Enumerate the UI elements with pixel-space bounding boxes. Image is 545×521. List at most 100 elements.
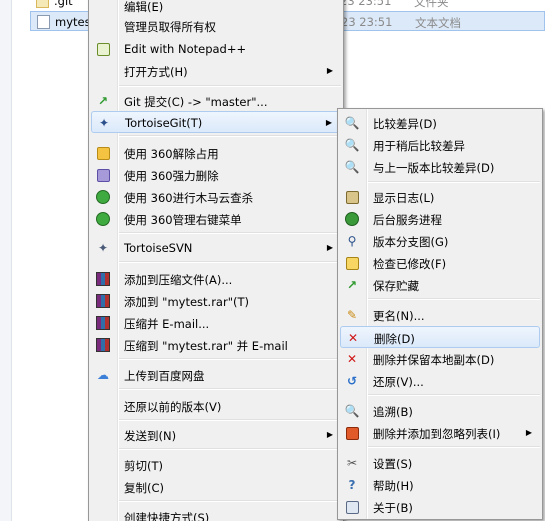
- menu-separator: [119, 448, 341, 450]
- menu-separator: [119, 135, 341, 137]
- submenu-item-revision-graph[interactable]: ⚲ 版本分支图(G): [340, 230, 540, 252]
- menu-item-add-to-archive[interactable]: 添加到压缩文件(A)...: [91, 268, 341, 290]
- menu-item-compress-and-email[interactable]: 压缩并 E-mail...: [91, 312, 341, 334]
- submenu-item-rename[interactable]: ✎ 更名(N)...: [340, 304, 540, 326]
- menu-item-restore-previous-versions[interactable]: 还原以前的版本(V): [91, 395, 341, 417]
- submenu-item-diff[interactable]: 🔍 比较差异(D): [340, 112, 540, 134]
- submenu-item-settings[interactable]: ✂ 设置(S): [340, 452, 540, 474]
- menu-item-label: 创建快捷方式(S): [124, 511, 210, 521]
- menu-item-label: 使用 360管理右键菜单: [124, 213, 242, 227]
- submenu-item-diff-previous[interactable]: 🔍 与上一版本比较差异(D): [340, 156, 540, 178]
- menu-item-take-ownership[interactable]: 管理员取得所有权: [91, 15, 341, 37]
- menu-item-label: 剪切(T): [124, 459, 163, 473]
- menu-item-git-commit[interactable]: ↗ Git 提交(C) -> "master"...: [91, 90, 341, 112]
- diff-later-icon: 🔍: [344, 138, 360, 152]
- menu-item-label: 添加到压缩文件(A)...: [124, 273, 233, 287]
- menu-item-tortoisegit[interactable]: ✦ TortoiseGit(T) ▶: [91, 111, 341, 133]
- submenu-item-delete-keep-local[interactable]: ✕ 删除并保留本地副本(D): [340, 348, 540, 370]
- daemon-icon: [344, 211, 360, 227]
- submenu-item-show-log[interactable]: 显示日志(L): [340, 186, 540, 208]
- menu-separator: [119, 419, 341, 421]
- menu-item-label: 显示日志(L): [373, 191, 435, 205]
- menu-item-label: 压缩并 E-mail...: [124, 317, 210, 331]
- folder-icon: [36, 0, 49, 8]
- menu-separator: [368, 181, 540, 183]
- submenu-item-check-modifications[interactable]: 检查已修改(F): [340, 252, 540, 274]
- menu-item-open-with[interactable]: 打开方式(H) ▶: [91, 60, 341, 82]
- menu-separator: [119, 500, 341, 502]
- context-menu: 编辑(E) 管理员取得所有权 Edit with Notepad++ 打开方式(…: [88, 0, 344, 521]
- menu-item-label: 删除并保留本地副本(D): [373, 353, 495, 367]
- submenu-item-stash-save[interactable]: ↗ 保存贮藏: [340, 274, 540, 296]
- tortoisesvn-icon: ✦: [97, 241, 109, 255]
- menu-item-copy[interactable]: 复制(C): [91, 476, 341, 498]
- 360-shred-icon: [95, 167, 111, 183]
- menu-item-label: 管理员取得所有权: [124, 20, 216, 34]
- menu-item-label: 添加到 "mytest.rar"(T): [124, 295, 249, 309]
- menu-item-create-shortcut[interactable]: 创建快捷方式(S): [91, 506, 341, 521]
- menu-item-label: 保存贮藏: [373, 279, 419, 293]
- settings-icon: ✂: [346, 456, 358, 470]
- chevron-right-icon: ▶: [326, 243, 333, 252]
- menu-item-label: 更名(N)...: [373, 309, 425, 323]
- tortoisegit-submenu: 🔍 比较差异(D) 🔍 用于稍后比较差异 🔍 与上一版本比较差异(D) 显示日志…: [337, 108, 543, 520]
- menu-item-label: 使用 360解除占用: [124, 147, 219, 161]
- menu-item-360-shred[interactable]: 使用 360强力删除: [91, 164, 341, 186]
- menu-item-label: 比较差异(D): [373, 117, 437, 131]
- submenu-item-delete-and-ignore[interactable]: 删除并添加到忽略列表(I) ▶: [340, 422, 540, 444]
- file-name: mytes: [55, 15, 91, 29]
- 360-menu-icon: [95, 211, 111, 227]
- about-icon: [344, 499, 360, 515]
- submenu-item-diff-later[interactable]: 🔍 用于稍后比较差异: [340, 134, 540, 156]
- ignore-icon: [344, 425, 360, 441]
- menu-item-label: 与上一版本比较差异(D): [373, 161, 495, 175]
- check-modifications-icon: [344, 255, 360, 271]
- file-type: 文件夹: [414, 0, 449, 9]
- menu-item-add-to-mytest-rar[interactable]: 添加到 "mytest.rar"(T): [91, 290, 341, 312]
- chevron-right-icon: ▶: [325, 118, 332, 127]
- menu-separator: [119, 85, 341, 87]
- submenu-item-revert[interactable]: ↺ 还原(V)...: [340, 370, 540, 392]
- navigation-pane-edge: [0, 0, 12, 521]
- submenu-item-blame[interactable]: 🔍 追溯(B): [340, 400, 540, 422]
- menu-item-360-unlock[interactable]: 使用 360解除占用: [91, 142, 341, 164]
- menu-item-cut[interactable]: 剪切(T): [91, 454, 341, 476]
- menu-item-send-to[interactable]: 发送到(N) ▶: [91, 424, 341, 446]
- revision-graph-icon: ⚲: [347, 234, 357, 248]
- submenu-item-about[interactable]: 关于(B): [340, 496, 540, 518]
- menu-separator: [119, 232, 341, 234]
- menu-item-edit-notepadpp[interactable]: Edit with Notepad++: [91, 38, 341, 60]
- menu-item-upload-baidu-pan[interactable]: ☁ 上传到百度网盘: [91, 364, 341, 386]
- text-file-icon: [37, 15, 50, 29]
- submenu-item-help[interactable]: ? 帮助(H): [340, 474, 540, 496]
- menu-item-360-menu[interactable]: 使用 360管理右键菜单: [91, 208, 341, 230]
- file-name: .git: [54, 0, 73, 8]
- menu-item-label: TortoiseSVN: [124, 241, 193, 255]
- menu-item-label: 编辑(E): [124, 0, 164, 14]
- chevron-right-icon: ▶: [326, 66, 333, 75]
- menu-item-label: 使用 360进行木马云查杀: [124, 191, 254, 205]
- menu-item-label: 检查已修改(F): [373, 257, 447, 271]
- menu-item-compress-mytest-and-email[interactable]: 压缩到 "mytest.rar" 并 E-mail: [91, 334, 341, 356]
- tortoisegit-icon: ✦: [98, 116, 110, 130]
- delete-keep-local-icon: ✕: [346, 352, 358, 366]
- submenu-item-daemon[interactable]: 后台服务进程: [340, 208, 540, 230]
- menu-separator: [119, 358, 341, 360]
- menu-item-label: 打开方式(H): [124, 65, 188, 79]
- menu-item-tortoisesvn[interactable]: ✦ TortoiseSVN ▶: [91, 237, 341, 259]
- submenu-item-delete[interactable]: ✕ 删除(D): [340, 326, 540, 348]
- menu-item-label: Git 提交(C) -> "master"...: [124, 95, 268, 109]
- winrar-icon: [95, 293, 111, 309]
- stash-icon: ↗: [346, 278, 358, 292]
- menu-item-label: 帮助(H): [373, 479, 414, 493]
- diff-icon: 🔍: [344, 116, 360, 130]
- 360-scan-icon: [95, 189, 111, 205]
- menu-item-label: Edit with Notepad++: [124, 42, 247, 56]
- 360-unlock-icon: [95, 145, 111, 161]
- menu-item-360-scan[interactable]: 使用 360进行木马云查杀: [91, 186, 341, 208]
- chevron-right-icon: ▶: [326, 430, 333, 439]
- file-type: 文本文档: [415, 16, 461, 30]
- menu-separator: [119, 388, 341, 390]
- notepad-icon: [95, 41, 111, 57]
- file-date: 23 23:51: [340, 0, 392, 8]
